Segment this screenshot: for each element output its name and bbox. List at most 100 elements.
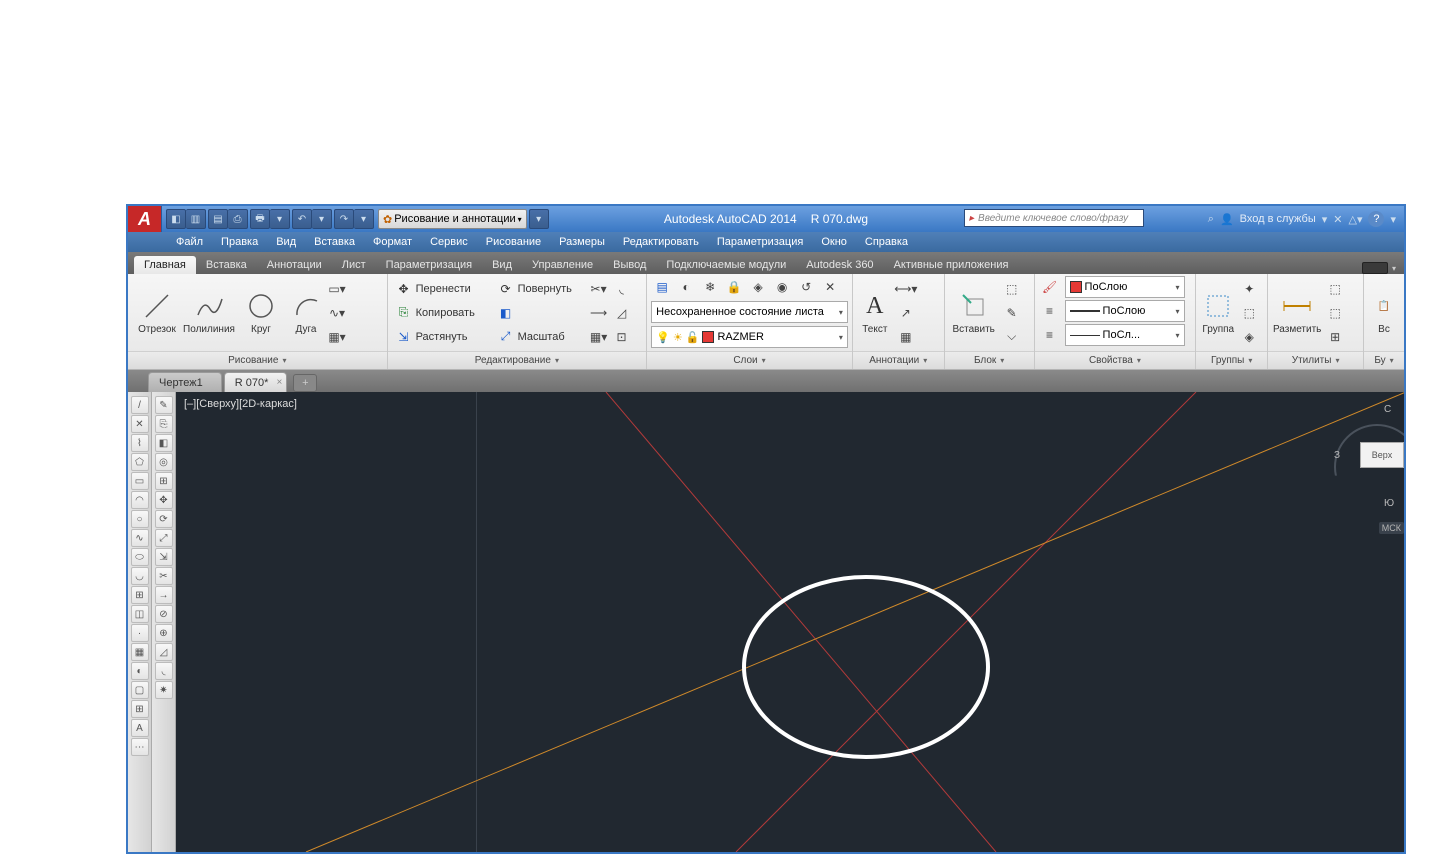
qat-open-icon[interactable]: ▥ <box>186 209 206 229</box>
panel-title-clipboard[interactable]: Бу <box>1364 351 1404 369</box>
menu-view[interactable]: Вид <box>276 236 296 248</box>
qat-redo-icon[interactable]: ↷ <box>334 209 354 229</box>
color-dropdown[interactable]: ПоСлою <box>1065 276 1185 298</box>
menu-edit[interactable]: Правка <box>221 236 258 248</box>
insert-block-button[interactable]: Вставить <box>949 288 999 337</box>
tb-table-icon[interactable]: ⊞ <box>131 700 149 718</box>
tb-explode-icon[interactable]: ✷ <box>155 681 173 699</box>
measure-button[interactable]: Разметить <box>1272 288 1322 337</box>
tb-erase-icon[interactable]: ✎ <box>155 396 173 414</box>
tb-stretch-icon[interactable]: ⇲ <box>155 548 173 566</box>
tb-polygon-icon[interactable]: ⬠ <box>131 453 149 471</box>
leader-icon[interactable]: ↗ <box>895 302 917 324</box>
rotate-button[interactable]: ⟳Повернуть <box>494 278 586 300</box>
drawing-canvas[interactable]: [–][Сверху][2D-каркас] С З Ю Верх МСК <box>176 392 1404 852</box>
view-cube[interactable]: С З Ю Верх <box>1320 402 1400 502</box>
ribbon-tab-view[interactable]: Вид <box>482 256 522 274</box>
ribbon-tab-annotate[interactable]: Аннотации <box>257 256 332 274</box>
match-props-icon[interactable]: 🖌 <box>1039 276 1061 298</box>
panel-title-groups[interactable]: Группы <box>1196 351 1267 369</box>
tb-offset-icon[interactable]: ◎ <box>155 453 173 471</box>
help-search-input[interactable]: ▸ Введите ключевое слово/фразу <box>964 209 1144 227</box>
file-tab-active[interactable]: R 070*× <box>224 372 288 392</box>
cloud-icon[interactable]: △▾ <box>1348 213 1362 226</box>
tb-extend-icon[interactable]: → <box>155 586 173 604</box>
create-block-icon[interactable]: ⬚ <box>1001 278 1023 300</box>
block-attr-icon[interactable]: ⌵ <box>1001 326 1023 348</box>
tb-join-icon[interactable]: ⊕ <box>155 624 173 642</box>
text-button[interactable]: AТекст <box>857 288 893 337</box>
qat-undo-icon[interactable]: ↶ <box>292 209 312 229</box>
layer-iso-icon[interactable]: ◈ <box>747 276 769 298</box>
infocenter-icon[interactable]: ⌕ <box>1208 213 1214 226</box>
help-icon[interactable]: ? <box>1368 211 1384 227</box>
panel-title-annotate[interactable]: Аннотации <box>853 351 944 369</box>
tb-move-icon[interactable]: ✥ <box>155 491 173 509</box>
scale-button[interactable]: ⤢Масштаб <box>494 326 586 348</box>
ribbon-tab-param[interactable]: Параметризация <box>376 256 482 274</box>
panel-title-props[interactable]: Свойства <box>1035 351 1196 369</box>
table-icon[interactable]: ▦ <box>895 326 917 348</box>
menu-service[interactable]: Сервис <box>430 236 468 248</box>
qat-undo-dd-icon[interactable]: ▾ <box>312 209 332 229</box>
move-button[interactable]: ✥Перенести <box>392 278 492 300</box>
tb-chamfer-icon[interactable]: ◿ <box>155 643 173 661</box>
layer-lock-icon[interactable]: 🔒 <box>723 276 745 298</box>
tb-break-icon[interactable]: ⊘ <box>155 605 173 623</box>
array-icon[interactable]: ▦▾ <box>588 326 610 348</box>
qselect-icon[interactable]: ⬚ <box>1324 302 1346 324</box>
rectangle-icon[interactable]: ▭▾ <box>326 278 348 300</box>
panel-title-layers[interactable]: Слои <box>647 351 852 369</box>
qat-redo-dd-icon[interactable]: ▾ <box>354 209 374 229</box>
tb-mirror-icon[interactable]: ◧ <box>155 434 173 452</box>
tb-more-icon[interactable]: ⋯ <box>131 738 149 756</box>
menu-help[interactable]: Справка <box>865 236 908 248</box>
ribbon-tab-apps[interactable]: Активные приложения <box>884 256 1019 274</box>
menu-window[interactable]: Окно <box>821 236 847 248</box>
menu-format[interactable]: Формат <box>373 236 412 248</box>
ribbon-tab-home[interactable]: Главная <box>134 256 196 274</box>
qat-more-icon[interactable]: ▾ <box>529 209 549 229</box>
tb-hatch-icon[interactable]: ▦ <box>131 643 149 661</box>
user-icon[interactable]: 👤 <box>1220 213 1234 226</box>
tb-copy-icon[interactable]: ⎘ <box>155 415 173 433</box>
tb-ellarc-icon[interactable]: ◡ <box>131 567 149 585</box>
props-list-icon[interactable]: ≡ <box>1039 300 1061 322</box>
close-tab-icon[interactable]: × <box>277 377 283 388</box>
menu-modify[interactable]: Редактировать <box>623 236 699 248</box>
tb-array-icon[interactable]: ⊞ <box>155 472 173 490</box>
menu-dim[interactable]: Размеры <box>559 236 605 248</box>
coord-system-label[interactable]: МСК <box>1379 522 1404 534</box>
chevron-down-icon[interactable]: ▾ <box>1392 264 1396 273</box>
calc-icon[interactable]: ⊞ <box>1324 326 1346 348</box>
tb-rotate-icon[interactable]: ⟳ <box>155 510 173 528</box>
workspace-selector[interactable]: ✿ Рисование и аннотации ▾ <box>378 209 527 229</box>
ribbon-tab-sheet[interactable]: Лист <box>332 256 376 274</box>
linetype-dropdown[interactable]: ПоСл... <box>1065 324 1185 346</box>
edit-block-icon[interactable]: ✎ <box>1001 302 1023 324</box>
lineweight-dropdown[interactable]: ПоСлою <box>1065 300 1185 322</box>
ribbon-tab-manage[interactable]: Управление <box>522 256 603 274</box>
tb-xline-icon[interactable]: ✕ <box>131 415 149 433</box>
tb-spline-icon[interactable]: ∿ <box>131 529 149 547</box>
tb-scale-icon[interactable]: ⤢ <box>155 529 173 547</box>
tb-line-icon[interactable]: / <box>131 396 149 414</box>
chamfer-icon[interactable]: ◿ <box>611 302 633 324</box>
layer-prev-icon[interactable]: ↺ <box>795 276 817 298</box>
current-layer-dropdown[interactable]: 💡 ☀ 🔓 RAZMER <box>651 326 848 348</box>
app-logo-icon[interactable]: A <box>128 206 162 232</box>
tb-rect-icon[interactable]: ▭ <box>131 472 149 490</box>
mirror-button[interactable]: ◧ <box>494 302 586 324</box>
line-button[interactable]: Отрезок <box>132 288 182 337</box>
ribbon-tab-output[interactable]: Вывод <box>603 256 656 274</box>
layer-freeze-icon[interactable]: ❄ <box>699 276 721 298</box>
group-button[interactable]: Группа <box>1200 288 1236 337</box>
vc-face-top[interactable]: Верх <box>1360 442 1404 468</box>
panel-title-block[interactable]: Блок <box>945 351 1034 369</box>
trim-icon[interactable]: ✂▾ <box>588 278 610 300</box>
qat-new-icon[interactable]: ◧ <box>166 209 186 229</box>
panel-title-draw[interactable]: Рисование <box>128 351 387 369</box>
tb-arc-icon[interactable]: ◠ <box>131 491 149 509</box>
tb-trim-icon[interactable]: ✂ <box>155 567 173 585</box>
fillet-icon[interactable]: ◟ <box>611 278 633 300</box>
